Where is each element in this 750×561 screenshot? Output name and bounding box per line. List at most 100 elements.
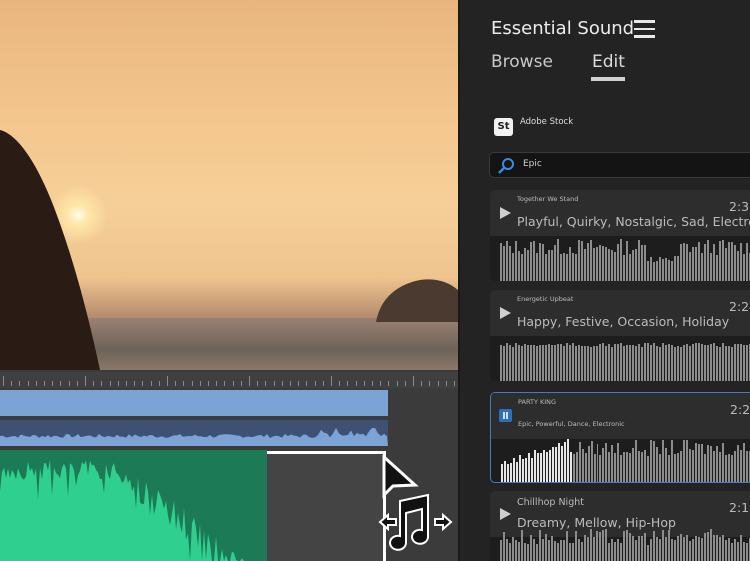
- waveform-bar: [503, 245, 505, 281]
- waveform-bar: [551, 250, 553, 281]
- play-icon[interactable]: [500, 207, 511, 219]
- waveform-bar: [662, 343, 664, 381]
- waveform-bar: [653, 262, 655, 281]
- waveform-bar: [617, 244, 619, 281]
- waveform-bar: [713, 343, 715, 381]
- waveform-bar: [671, 538, 673, 561]
- waveform-bar: [554, 540, 556, 561]
- waveform-bar: [533, 344, 535, 381]
- waveform-bar: [542, 345, 544, 381]
- ruler-tick: [249, 376, 250, 386]
- waveform-bar: [686, 440, 689, 482]
- track-header: Together We Stand Playful, Quirky, Nosta…: [490, 190, 750, 236]
- waveform-bar: [605, 246, 607, 281]
- track-name: Energetic Upbeat: [517, 295, 574, 303]
- waveform-bar: [617, 343, 619, 381]
- waveform-shape: [0, 460, 245, 561]
- waveform-bar: [524, 344, 526, 381]
- audio-clip[interactable]: [0, 420, 388, 446]
- waveform-bar: [629, 345, 631, 381]
- track-waveform[interactable]: [500, 337, 750, 381]
- waveform-bar: [653, 441, 656, 482]
- music-clip[interactable]: [0, 450, 267, 561]
- waveform-bar: [605, 529, 607, 561]
- waveform-bar: [614, 251, 616, 281]
- hamburger-menu-icon[interactable]: [634, 20, 655, 38]
- play-icon[interactable]: [500, 508, 511, 520]
- waveform-bar: [686, 534, 688, 561]
- ruler-tick: [355, 381, 357, 386]
- ruler-tick: [44, 381, 45, 386]
- waveform-bar: [578, 538, 580, 561]
- waveform-bar: [719, 240, 721, 281]
- waveform-bar: [560, 253, 562, 281]
- waveform-bar: [521, 530, 523, 561]
- waveform-bar: [593, 248, 595, 281]
- ruler-tick: [35, 381, 37, 386]
- waveform-bar: [506, 240, 508, 281]
- play-icon[interactable]: [500, 307, 511, 319]
- waveform-bar: [509, 543, 511, 561]
- waveform-bar: [713, 534, 715, 561]
- track-tags: Playful, Quirky, Nostalgic, Sad, Electro…: [517, 214, 750, 229]
- waveform-bar: [644, 532, 646, 561]
- waveform-bar: [584, 535, 586, 561]
- waveform-bar: [575, 345, 577, 381]
- waveform-bar: [680, 346, 682, 381]
- waveform-bar: [596, 530, 598, 561]
- waveform-bar: [587, 345, 589, 381]
- waveform-bar: [554, 446, 557, 482]
- waveform-bar: [572, 343, 574, 381]
- search-input[interactable]: [523, 159, 723, 169]
- waveform-bar: [515, 540, 517, 561]
- waveform-bar: [548, 249, 550, 281]
- waveform-bar: [725, 247, 727, 281]
- time-ruler[interactable]: [0, 372, 458, 388]
- waveform-bar: [733, 451, 736, 482]
- waveform-bar: [710, 252, 712, 281]
- track-card[interactable]: Energetic Upbeat Happy, Festive, Occasio…: [490, 290, 750, 381]
- search-field[interactable]: [489, 152, 750, 178]
- waveform-bar: [701, 538, 703, 561]
- waveform-bar: [545, 345, 547, 381]
- waveform-bar: [695, 536, 697, 561]
- waveform-bar: [701, 252, 703, 281]
- video-clip[interactable]: [0, 390, 388, 416]
- waveform-bar: [539, 530, 541, 561]
- track-waveform[interactable]: [501, 438, 750, 482]
- track-card[interactable]: PARTY KING Epic, Powerful, Dance, Electr…: [490, 392, 750, 483]
- waveform-bar: [539, 453, 542, 482]
- ruler-tick: [175, 381, 177, 386]
- ruler-tick: [404, 381, 406, 386]
- waveform-bar: [724, 455, 727, 482]
- waveform-bar: [692, 538, 694, 561]
- waveform-bar: [692, 449, 694, 482]
- ruler-tick: [437, 381, 439, 386]
- waveform-bar: [515, 343, 517, 381]
- tab-edit[interactable]: Edit: [592, 52, 625, 72]
- ruler-tick: [380, 381, 382, 386]
- ruler-tick: [183, 381, 185, 386]
- waveform-bar: [656, 536, 658, 561]
- waveform-bar: [707, 532, 709, 561]
- track-waveform[interactable]: [500, 237, 750, 281]
- ruler-tick: [429, 381, 431, 386]
- track-waveform[interactable]: [500, 527, 750, 561]
- pause-icon[interactable]: [499, 409, 512, 422]
- waveform-bar: [581, 240, 583, 281]
- waveform-bar: [512, 537, 514, 561]
- tab-browse[interactable]: Browse: [491, 52, 553, 72]
- ruler-tick: [413, 376, 414, 386]
- waveform-bar: [557, 443, 560, 482]
- track-card[interactable]: Together We Stand Playful, Quirky, Nosta…: [490, 190, 750, 281]
- waveform-bar: [572, 253, 574, 281]
- track-card[interactable]: Chillhop Night Dreamy, Mellow, Hip-Hop 2…: [490, 491, 750, 561]
- waveform-bar: [650, 257, 652, 281]
- waveform-bar: [746, 345, 748, 381]
- waveform-bar: [536, 543, 538, 561]
- waveform-bar: [725, 539, 727, 561]
- waveform-bar: [617, 442, 620, 482]
- waveform-bar: [626, 241, 628, 281]
- waveform-bar: [683, 440, 686, 482]
- waveform-bar: [533, 450, 536, 482]
